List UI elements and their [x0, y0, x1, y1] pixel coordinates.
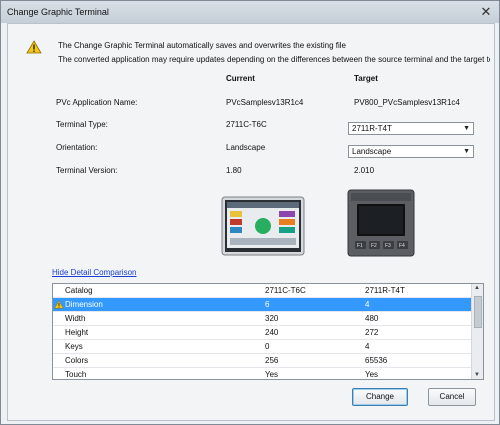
grid-cell-target: 2711R-T4T: [365, 286, 405, 295]
target-terminal-type-value: 2711R-T4T: [352, 124, 392, 133]
key-f3: F3: [385, 243, 391, 249]
cancel-button[interactable]: Cancel: [428, 388, 476, 406]
key-f2: F2: [371, 243, 377, 249]
dialog-body: The Change Graphic Terminal automaticall…: [7, 23, 495, 421]
grid-cell-target: 4: [365, 342, 370, 351]
grid-cell-name: Catalog: [65, 286, 93, 295]
grid-cell-name: Colors: [65, 356, 89, 365]
target-app-name: PV800_PVcSamplesv13R1c4: [354, 98, 460, 107]
hide-detail-comparison-link[interactable]: Hide Detail Comparison: [52, 268, 136, 277]
grid-row-keys[interactable]: Keys 0 4: [53, 340, 471, 354]
terminal-type-label: Terminal Type:: [56, 120, 108, 129]
target-orientation-select[interactable]: Landscape ▼: [348, 145, 474, 158]
target-terminal-type-select[interactable]: 2711R-T4T ▼: [348, 122, 474, 135]
target-terminal-version: 2.010: [354, 166, 375, 175]
change-button[interactable]: Change: [352, 388, 408, 406]
grid-cell-target: 4: [365, 300, 370, 309]
grid-cell-name: Width: [65, 314, 86, 323]
grid-row-touch[interactable]: Touch Yes Yes: [53, 368, 471, 379]
terminal-version-label: Terminal Version:: [56, 166, 118, 175]
grid-cell-target: Yes: [365, 370, 379, 379]
grid-row-catalog[interactable]: Catalog 2711C-T6C 2711R-T4T: [53, 284, 471, 298]
grid-cell-current: 6: [265, 300, 270, 309]
message-line-2: The converted application may require up…: [58, 55, 490, 64]
current-terminal-image: [221, 196, 305, 256]
grid-cell-current: 240: [265, 328, 279, 337]
chevron-down-icon: ▼: [463, 125, 470, 132]
grid-row-dimension[interactable]: Dimension 6 4: [53, 298, 471, 312]
target-column-header: Target: [354, 74, 378, 83]
chevron-down-icon: ▼: [463, 148, 470, 155]
grid-cell-target: 65536: [365, 356, 388, 365]
scroll-up-icon[interactable]: ▲: [474, 285, 480, 291]
grid-scrollbar[interactable]: ▲ ▼: [471, 284, 483, 379]
current-app-name: PVcSamplesv13R1c4: [226, 98, 304, 107]
current-orientation: Landscape: [226, 143, 266, 152]
current-terminal-version: 1.80: [226, 166, 242, 175]
grid-cell-target: 480: [365, 314, 379, 323]
grid-cell-current: 0: [265, 342, 270, 351]
title-bar[interactable]: Change Graphic Terminal ✕: [1, 1, 499, 23]
grid-cell-name: Dimension: [65, 300, 103, 309]
comparison-grid[interactable]: Catalog 2711C-T6C 2711R-T4T Dimension 6 …: [52, 283, 484, 380]
key-f4: F4: [399, 243, 405, 249]
warning-icon: [26, 40, 42, 54]
close-icon[interactable]: ✕: [479, 5, 493, 19]
change-graphic-terminal-dialog: Change Graphic Terminal ✕ The Change Gra…: [0, 0, 500, 425]
target-orientation-value: Landscape: [352, 147, 392, 156]
grid-cell-name: Height: [65, 328, 89, 337]
grid-cell-current: 320: [265, 314, 279, 323]
grid-row-width[interactable]: Width 320 480: [53, 312, 471, 326]
grid-cell-name: Touch: [65, 370, 87, 379]
grid-cell-current: Yes: [265, 370, 279, 379]
grid-cell-current: 2711C-T6C: [265, 286, 306, 295]
grid-cell-name: Keys: [65, 342, 83, 351]
scroll-down-icon[interactable]: ▼: [474, 372, 480, 378]
current-column-header: Current: [226, 74, 255, 83]
grid-cell-target: 272: [365, 328, 379, 337]
grid-row-height[interactable]: Height 240 272: [53, 326, 471, 340]
app-name-label: PVc Application Name:: [56, 98, 138, 107]
grid-row-colors[interactable]: Colors 256 65536: [53, 354, 471, 368]
orientation-label: Orientation:: [56, 143, 98, 152]
grid-cell-current: 256: [265, 356, 279, 365]
warning-icon: [54, 300, 64, 309]
target-terminal-image: F1 F2 F3 F4: [347, 189, 415, 257]
message-line-1: The Change Graphic Terminal automaticall…: [58, 41, 346, 50]
scrollbar-thumb[interactable]: [474, 296, 482, 328]
key-f1: F1: [357, 243, 363, 249]
window-title: Change Graphic Terminal: [7, 7, 109, 17]
current-terminal-type: 2711C-T6C: [226, 120, 267, 129]
